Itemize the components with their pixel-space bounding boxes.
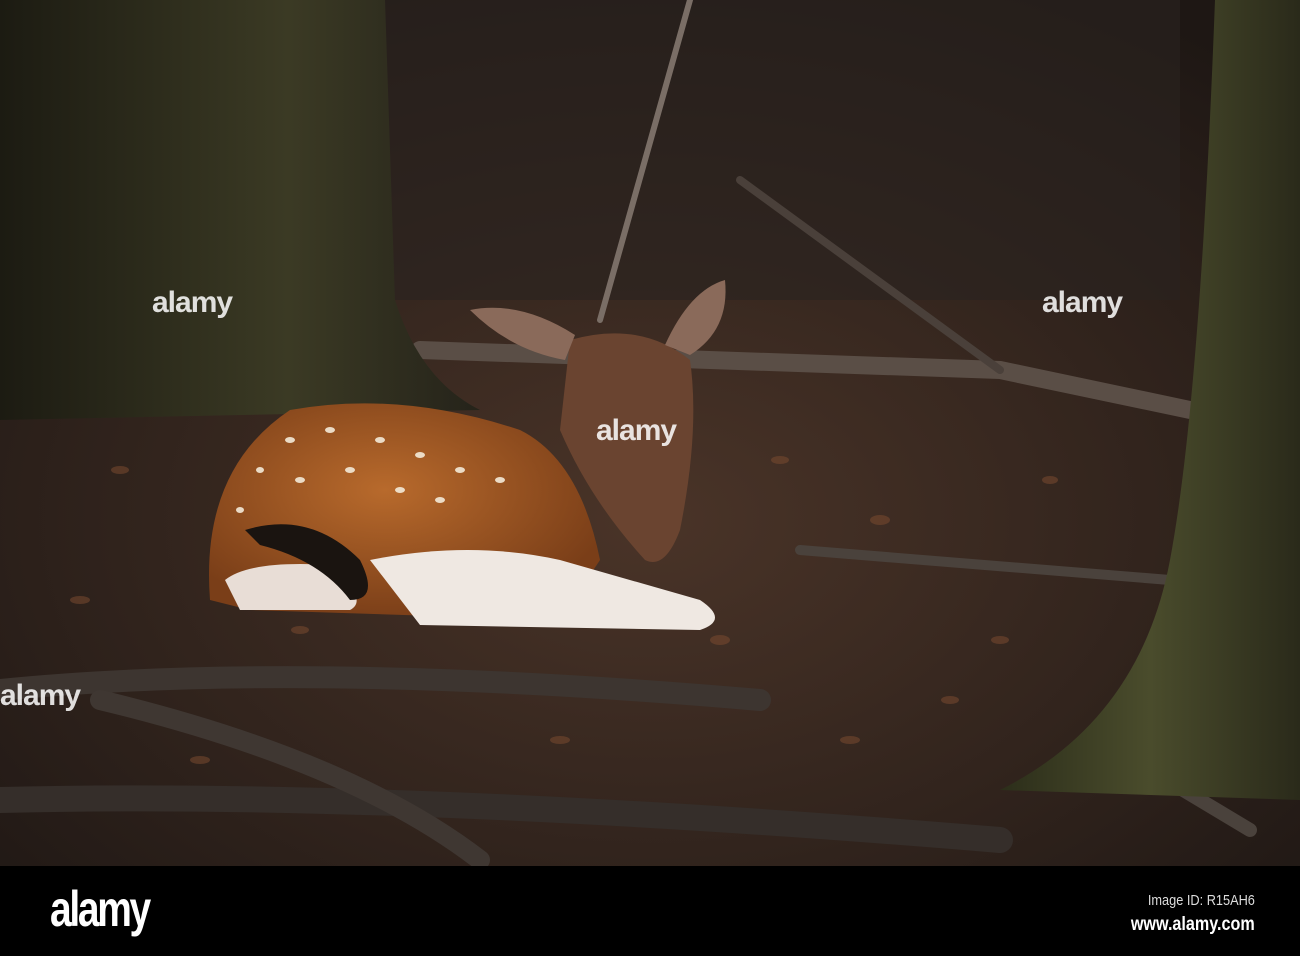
- forest-scene: alamy alamy alamy alamy: [0, 0, 1300, 870]
- photo: alamy alamy alamy alamy: [0, 0, 1300, 870]
- watermark-text: alamy: [596, 414, 677, 447]
- website-link[interactable]: www.alamy.com: [1131, 914, 1255, 936]
- footer-bar: alamy Image ID: R15AH6 www.alamy.com: [0, 866, 1300, 956]
- alamy-logo: alamy: [50, 881, 151, 937]
- watermark-text: alamy: [152, 286, 233, 319]
- background-haze: [380, 0, 1180, 300]
- image-id: Image ID: R15AH6: [1147, 892, 1255, 909]
- watermark-text: alamy: [0, 679, 81, 712]
- watermark-text: alamy: [1042, 286, 1123, 319]
